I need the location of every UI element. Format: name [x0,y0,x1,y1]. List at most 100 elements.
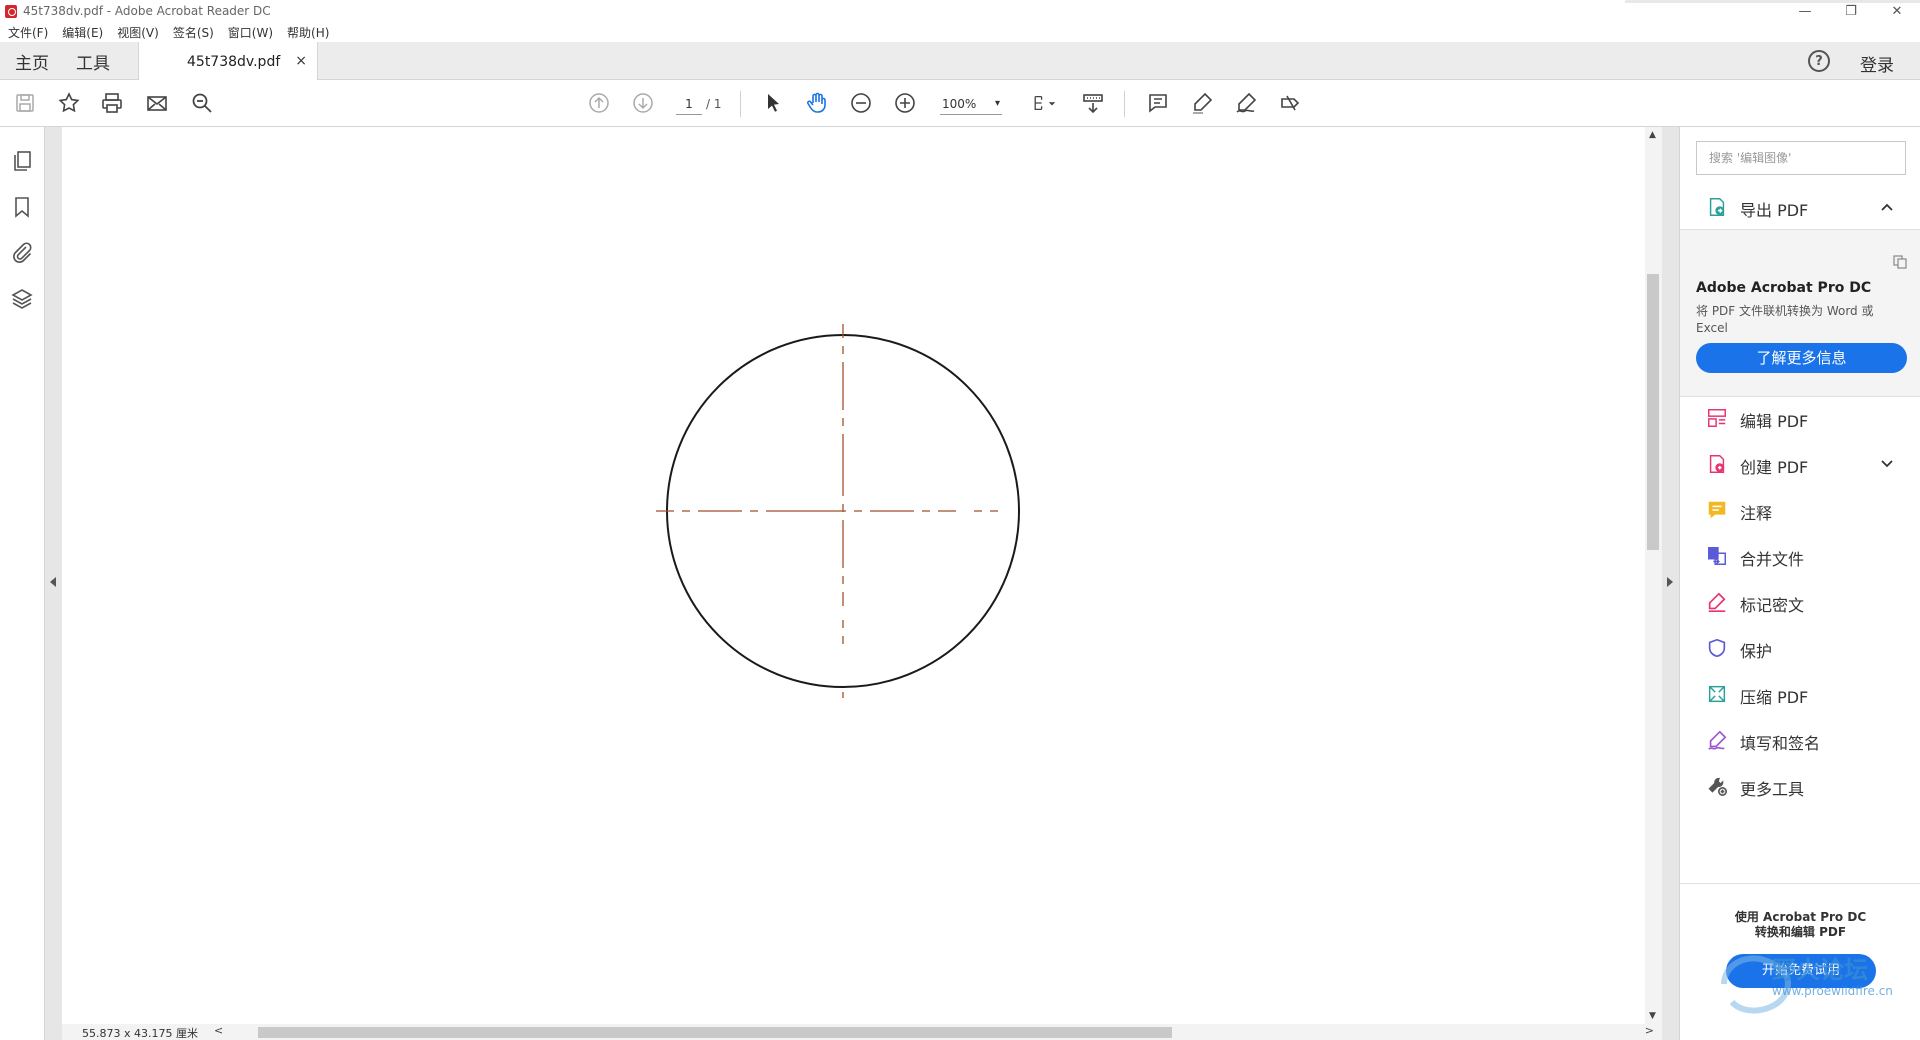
close-tab-icon[interactable]: × [295,53,307,69]
promo-title: Adobe Acrobat Pro DC [1696,280,1872,296]
tab-home[interactable]: 主页 [15,42,49,80]
tool-label: 填写和签名 [1740,734,1821,753]
chevron-down-icon: ▾ [994,98,1000,109]
more-tools-icon [1708,777,1727,796]
select-tool-icon[interactable] [760,90,786,116]
menu-window[interactable]: 窗口(W) [228,24,273,41]
right-panel-toggle[interactable] [1662,127,1679,1040]
acrobat-logo-icon [5,4,17,18]
status-bar: 55.873 x 43.175 厘米 < > [62,1024,1662,1040]
tool-label: 注释 [1740,504,1773,523]
menu-sign[interactable]: 签名(S) [173,24,214,41]
attachments-icon[interactable] [10,241,34,265]
title-bar: 45t738dv.pdf - Adobe Acrobat Reader DC —… [0,0,1920,22]
zoom-in-icon[interactable] [892,90,918,116]
collapse-left-icon [50,577,56,587]
document-viewport[interactable] [62,127,1645,1024]
toolbar: 1 / 1 100% ▾ [0,80,1920,127]
layers-icon[interactable] [10,287,34,311]
help-icon[interactable]: ? [1808,50,1830,72]
compress-pdf-icon [1708,685,1726,703]
hand-tool-icon[interactable] [804,90,830,116]
tool-label: 编辑 PDF [1740,412,1809,431]
scroll-left-icon[interactable]: < [214,1024,223,1037]
menu-edit[interactable]: 编辑(E) [62,24,103,41]
trial-promo-line1: 使用 Acrobat Pro DC [1734,910,1867,924]
zoom-level-select[interactable]: 100% ▾ [940,93,1002,115]
left-panel-toggle[interactable] [45,127,62,1040]
tool-label: 更多工具 [1740,780,1805,799]
sign-icon[interactable] [1233,90,1259,116]
print-icon[interactable] [99,90,125,116]
learn-more-button[interactable]: 了解更多信息 [1696,343,1907,373]
create-pdf-icon [1709,455,1725,473]
tab-document[interactable]: 45t738dv.pdf × [138,42,318,81]
highlight-pen-icon[interactable] [1189,90,1215,116]
watermark-url: www.proewildfire.cn [1772,984,1893,998]
menu-help[interactable]: 帮助(H) [287,24,329,41]
tab-bar: 主页 工具 45t738dv.pdf × ? 登录 [0,42,1920,81]
comment-note-icon[interactable] [1145,90,1171,116]
email-icon[interactable] [144,90,170,116]
zoom-value: 100% [942,97,977,111]
restore-button[interactable]: ❐ [1828,0,1874,22]
chevron-up-icon[interactable] [1880,200,1894,214]
comment-icon [1708,501,1726,519]
save-icon[interactable] [12,90,38,116]
minimize-button[interactable]: — [1782,0,1828,22]
watermark-text: 野火论坛 [1772,956,1868,984]
combine-files-icon [1708,547,1726,565]
horizontal-scroll-thumb[interactable] [258,1027,1172,1038]
tool-label: 合并文件 [1740,550,1805,569]
bookmark-star-icon[interactable] [56,90,82,116]
zoom-out-icon[interactable] [848,90,874,116]
tools-search-input[interactable]: 搜索 '编辑图像' [1696,141,1906,175]
vertical-scroll-thumb[interactable] [1647,274,1659,550]
tool-label: 压缩 PDF [1740,688,1809,707]
menu-file[interactable]: 文件(F) [8,24,48,41]
window-controls: — ❐ ✕ [1782,0,1920,22]
next-page-icon[interactable] [630,90,656,116]
export-pdf-row[interactable]: 导出 PDF [1680,185,1920,229]
chevron-down-icon[interactable] [1880,457,1894,471]
toolbar-divider [740,91,741,117]
scroll-mode-icon[interactable] [1080,90,1106,116]
tools-pane: 搜索 '编辑图像' 导出 PDF Adobe Acrobat Pro DC 将 … [1679,127,1920,1040]
left-navigation-rail [0,127,45,1040]
scroll-right-icon[interactable]: > [1645,1024,1654,1037]
close-window-button[interactable]: ✕ [1874,0,1920,22]
page-number-input[interactable]: 1 [676,93,702,115]
toolbar-divider-2 [1124,91,1125,117]
previous-page-icon[interactable] [586,90,612,116]
login-button[interactable]: 登录 [1860,51,1894,76]
protect-icon [1708,638,1726,658]
tool-label: 标记密文 [1740,596,1805,615]
export-pdf-label: 导出 PDF [1740,201,1809,220]
export-pdf-icon [1709,198,1725,216]
trial-promo: 使用 Acrobat Pro DC 转换和编辑 PDF 开始免费试用 野火论坛 … [1680,883,1920,1040]
trial-promo-text: 使用 Acrobat Pro DC 转换和编辑 PDF [1680,910,1920,940]
menu-bar: 文件(F) 编辑(E) 视图(V) 签名(S) 窗口(W) 帮助(H) [0,22,1920,42]
page-display-icon[interactable] [1028,90,1060,116]
tool-label: 保护 [1740,642,1773,661]
tab-tools[interactable]: 工具 [76,42,110,80]
fill-sign-icon [1708,730,1727,750]
page-thumbnails-icon[interactable] [10,149,34,173]
find-zoom-icon[interactable] [189,90,215,116]
trial-promo-line2: 转换和编辑 PDF [1754,925,1847,939]
scroll-down-icon[interactable]: ▼ [1649,1011,1656,1021]
tool-label: 创建 PDF [1740,458,1809,477]
bookmarks-icon[interactable] [10,195,34,219]
copy-icon[interactable] [1892,254,1908,270]
collapse-right-icon [1667,577,1673,587]
pdf-page-drawing [656,324,1032,698]
menu-view[interactable]: 视图(V) [117,24,159,41]
page-dimensions: 55.873 x 43.175 厘米 [82,1027,198,1040]
window-title: 45t738dv.pdf - Adobe Acrobat Reader DC [23,4,271,18]
promo-description: 将 PDF 文件联机转换为 Word 或 Excel [1696,304,1874,335]
vertical-scrollbar[interactable]: ▲ ▼ [1645,127,1662,1024]
scroll-up-icon[interactable]: ▲ [1649,130,1656,140]
edit-pdf-icon [1708,409,1726,427]
share-edit-icon[interactable] [1277,90,1303,116]
page-total: / 1 [706,97,722,111]
